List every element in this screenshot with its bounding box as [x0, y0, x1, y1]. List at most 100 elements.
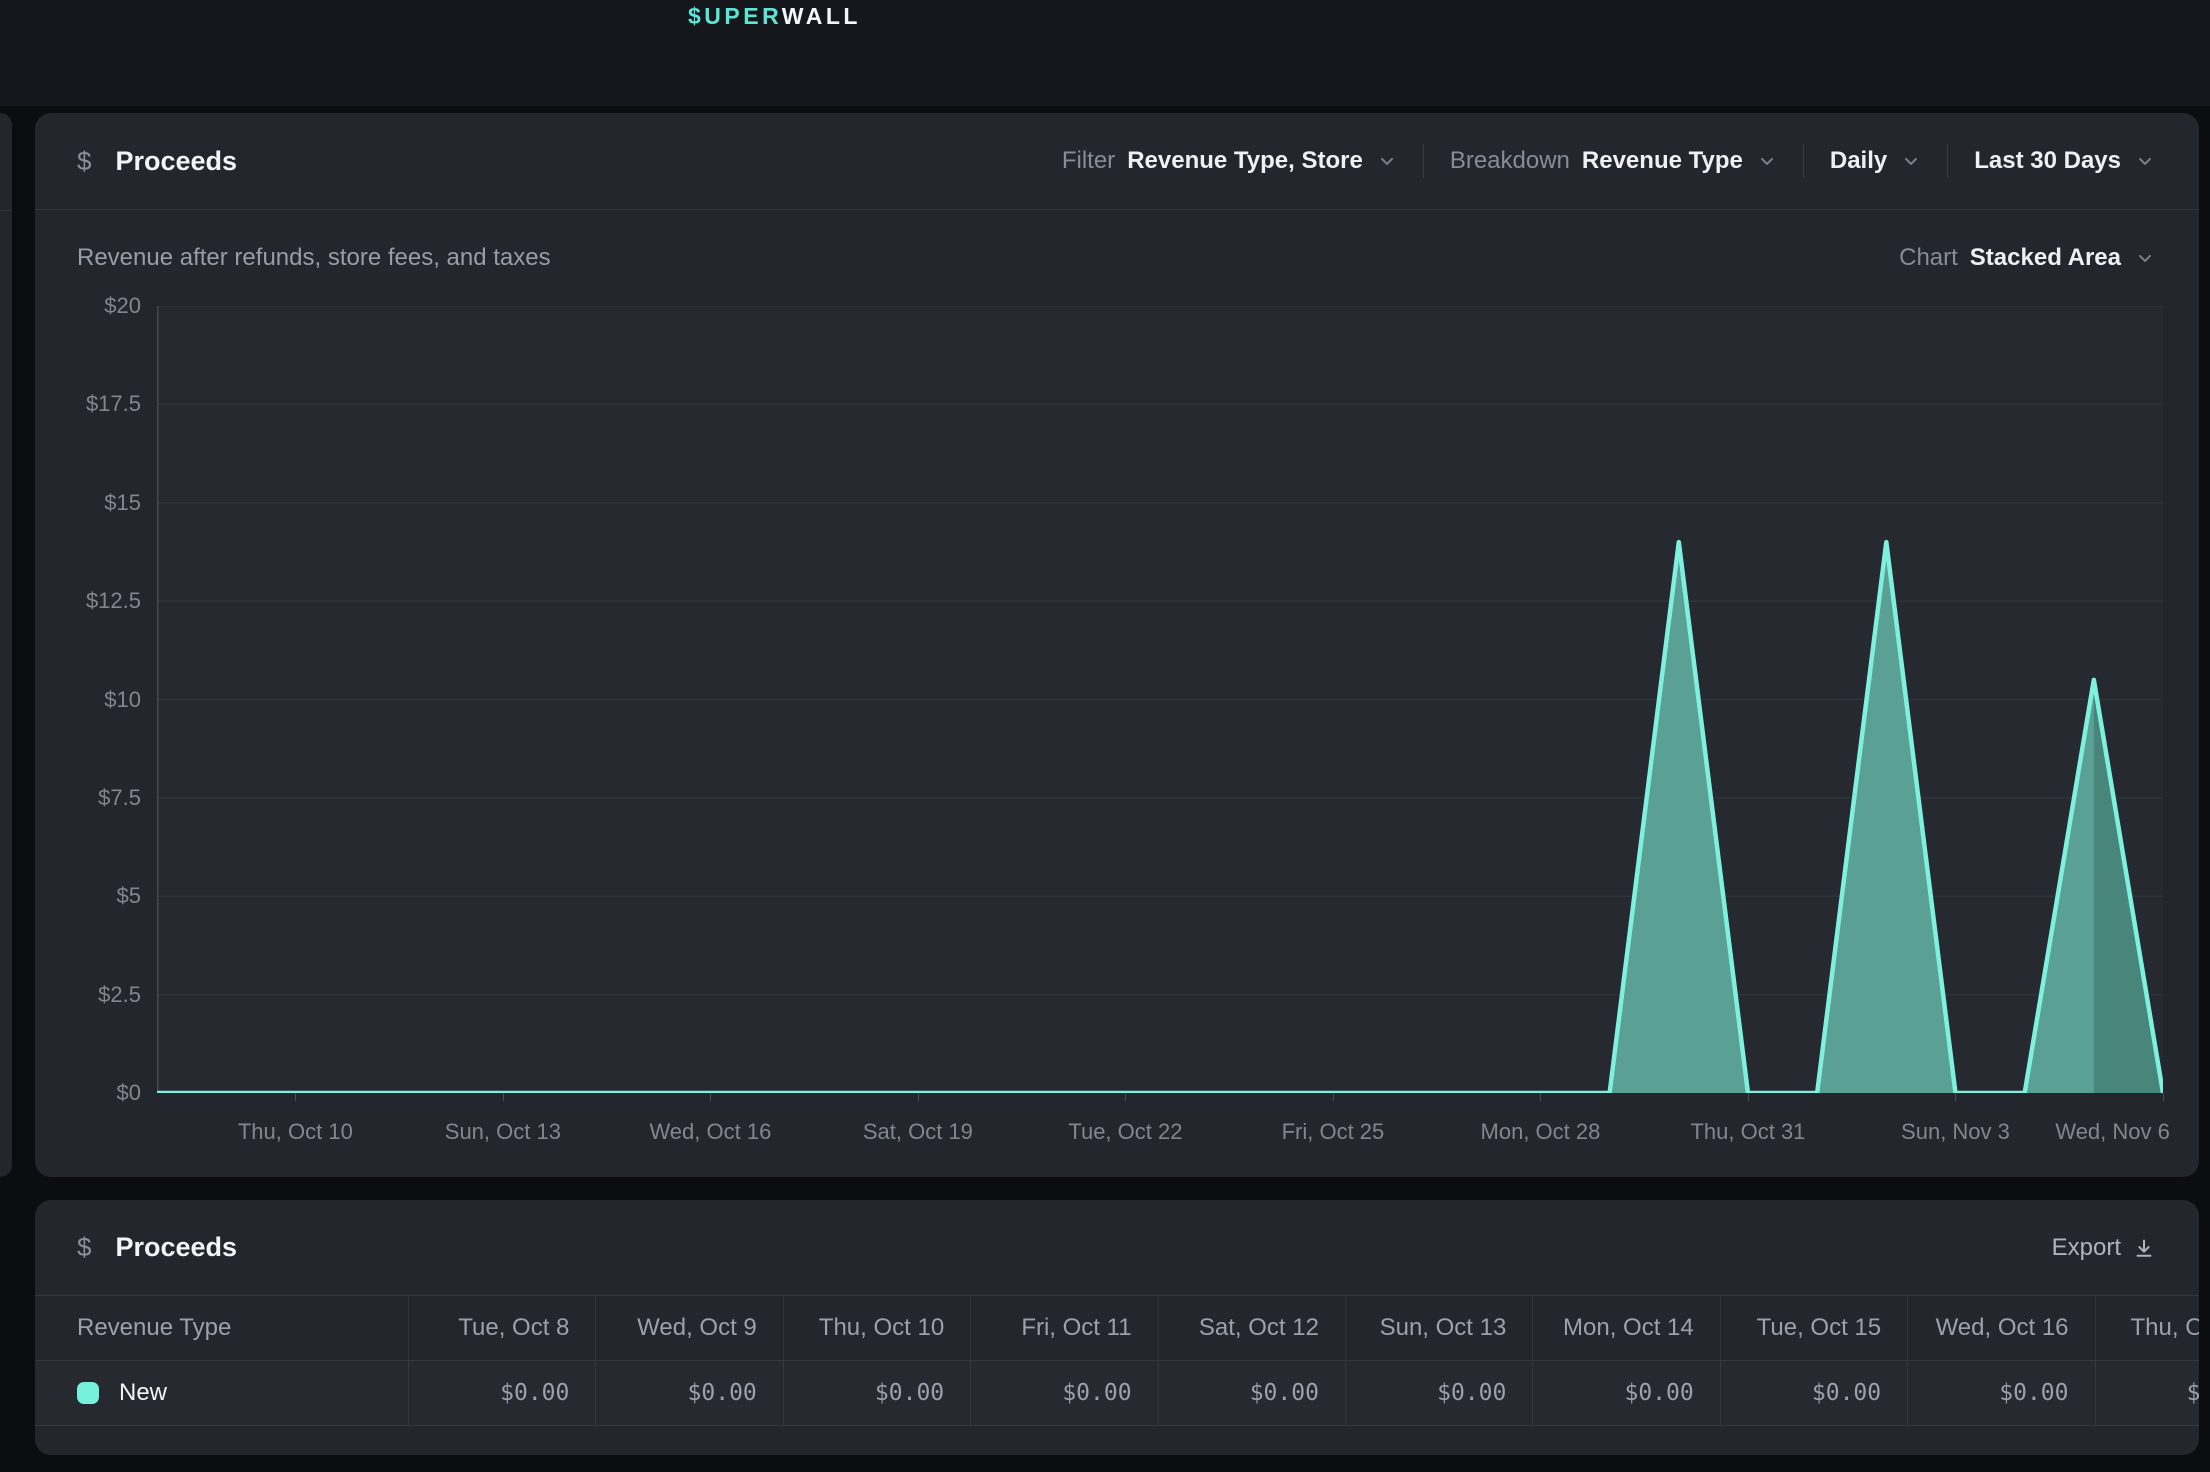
- table-header-row: Revenue TypeTue, Oct 8Wed, Oct 9Thu, Oct…: [35, 1295, 2199, 1361]
- table-cell-value: $0.00: [408, 1361, 595, 1425]
- series-color-swatch: [77, 1382, 99, 1404]
- x-axis-label: Tue, Oct 22: [1068, 1119, 1182, 1145]
- filter-dropdown[interactable]: Filter Revenue Type, Store: [1062, 147, 1397, 175]
- table-cell-revenue-type: New: [35, 1361, 408, 1425]
- x-axis-tick: [1333, 1093, 1334, 1101]
- chart-canvas: [157, 306, 2163, 1093]
- breakdown-label: Breakdown: [1450, 147, 1570, 175]
- y-axis-label: $5: [35, 883, 141, 909]
- x-axis-tick: [2163, 1093, 2164, 1101]
- breakdown-dropdown[interactable]: Breakdown Revenue Type: [1450, 147, 1777, 175]
- x-axis: Thu, Oct 10 Sun, Oct 13 Wed, Oct 16 Sat, Oc…: [157, 1093, 2163, 1165]
- revenue-stacked-area-chart: [157, 306, 2163, 1093]
- x-axis-label: Sun, Nov 3: [1901, 1119, 2010, 1145]
- table-header-cell: Thu, Oct 10: [783, 1296, 970, 1360]
- download-icon: [2133, 1237, 2155, 1259]
- proceeds-chart-card: $ Proceeds Filter Revenue Type, Store Br…: [35, 113, 2199, 1177]
- chevron-down-icon: [1377, 151, 1397, 171]
- table-cell-value: $0.00: [1907, 1361, 2094, 1425]
- table-header-cell: Sat, Oct 12: [1158, 1296, 1345, 1360]
- x-axis-label: Wed, Oct 16: [649, 1119, 771, 1145]
- table-card-header: $ Proceeds Export: [35, 1200, 2199, 1295]
- table-cell-value: $0.00: [2095, 1361, 2199, 1425]
- y-axis-label: $20: [35, 293, 141, 319]
- filter-value: Revenue Type, Store: [1127, 147, 1363, 175]
- table-header-cell: Wed, Oct 9: [595, 1296, 782, 1360]
- table-header-cell: Wed, Oct 16: [1907, 1296, 2094, 1360]
- proceeds-table: Revenue TypeTue, Oct 8Wed, Oct 9Thu, Oct…: [35, 1295, 2199, 1426]
- x-axis-tick: [503, 1093, 504, 1101]
- chevron-down-icon: [2135, 151, 2155, 171]
- x-axis-tick: [1748, 1093, 1749, 1101]
- x-axis-label: Thu, Oct 10: [238, 1119, 353, 1145]
- date-range-value: Last 30 Days: [1974, 147, 2121, 175]
- chart-type-label: Chart: [1899, 244, 1958, 272]
- x-axis-tick: [710, 1093, 711, 1101]
- table-cell-value: $0.00: [1720, 1361, 1907, 1425]
- table-header-cell: Fri, Oct 11: [970, 1296, 1157, 1360]
- table-header-cell: Revenue Type: [35, 1296, 408, 1360]
- table-cell-value: $0.00: [970, 1361, 1157, 1425]
- divider: [1423, 144, 1424, 178]
- table-header-cell: Sun, Oct 13: [1345, 1296, 1532, 1360]
- table-header-cell: Tue, Oct 15: [1720, 1296, 1907, 1360]
- granularity-dropdown[interactable]: Daily: [1830, 147, 1921, 175]
- x-axis-label: Thu, Oct 31: [1690, 1119, 1805, 1145]
- chart-card-header: $ Proceeds Filter Revenue Type, Store Br…: [35, 113, 2199, 210]
- divider: [1803, 144, 1804, 178]
- revenue-type-label: New: [119, 1379, 167, 1407]
- x-axis-tick: [295, 1093, 296, 1101]
- chart-controls: Filter Revenue Type, Store Breakdown Rev…: [1062, 144, 2155, 178]
- table-cell-value: $0.00: [1158, 1361, 1345, 1425]
- chart-type-value: Stacked Area: [1970, 244, 2121, 272]
- table-cell-value: $0.00: [595, 1361, 782, 1425]
- top-bar: $UPERWALL: [0, 0, 2210, 106]
- table-header-cell: Thu, Oct 17: [2095, 1296, 2199, 1360]
- x-axis-label: Wed, Nov 6: [2055, 1119, 2170, 1145]
- y-axis-label: $2.5: [35, 982, 141, 1008]
- y-axis-label: $12.5: [35, 588, 141, 614]
- table-header-cell: Tue, Oct 8: [408, 1296, 595, 1360]
- x-axis-label: Sat, Oct 19: [863, 1119, 973, 1145]
- export-button[interactable]: Export: [2052, 1234, 2155, 1262]
- x-axis-tick: [1125, 1093, 1126, 1101]
- x-axis-label: Mon, Oct 28: [1481, 1119, 1601, 1145]
- adjacent-card-edge: [0, 113, 12, 1177]
- table-title: Proceeds: [115, 1232, 237, 1263]
- export-label: Export: [2052, 1234, 2121, 1262]
- x-axis-label: Fri, Oct 25: [1282, 1119, 1385, 1145]
- table-header-cell: Mon, Oct 14: [1532, 1296, 1719, 1360]
- chevron-down-icon: [1901, 151, 1921, 171]
- chevron-down-icon: [2135, 248, 2155, 268]
- dollar-icon: $: [77, 1232, 91, 1263]
- x-axis-tick: [1955, 1093, 1956, 1101]
- logo-white-part: WALL: [782, 3, 861, 29]
- y-axis-label: $7.5: [35, 785, 141, 811]
- y-axis-label: $17.5: [35, 391, 141, 417]
- page-title: Proceeds: [115, 146, 237, 177]
- y-axis-label: $10: [35, 687, 141, 713]
- table-cell-value: $0.00: [1532, 1361, 1719, 1425]
- x-axis-tick: [1540, 1093, 1541, 1101]
- chart-subheader: Revenue after refunds, store fees, and t…: [35, 210, 2199, 306]
- superwall-logo[interactable]: $UPERWALL: [688, 3, 861, 30]
- logo-teal-part: $UPER: [688, 3, 782, 29]
- table-cell-value: $0.00: [783, 1361, 970, 1425]
- chevron-down-icon: [1757, 151, 1777, 171]
- table-row: New$0.00$0.00$0.00$0.00$0.00$0.00$0.00$0…: [35, 1361, 2199, 1426]
- table-cell-value: $0.00: [1345, 1361, 1532, 1425]
- x-axis-label: Sun, Oct 13: [445, 1119, 561, 1145]
- proceeds-table-card: $ Proceeds Export Revenue TypeTue, Oct 8…: [35, 1200, 2199, 1455]
- y-axis-label: $15: [35, 490, 141, 516]
- table-card-title: $ Proceeds: [77, 1232, 237, 1263]
- chart-card-title: $ Proceeds: [77, 146, 237, 177]
- divider: [1947, 144, 1948, 178]
- date-range-dropdown[interactable]: Last 30 Days: [1974, 147, 2155, 175]
- chart-type-dropdown[interactable]: Chart Stacked Area: [1899, 244, 2155, 272]
- granularity-value: Daily: [1830, 147, 1887, 175]
- breakdown-value: Revenue Type: [1582, 147, 1743, 175]
- dollar-icon: $: [77, 146, 91, 177]
- chart-subtitle: Revenue after refunds, store fees, and t…: [77, 244, 551, 272]
- filter-label: Filter: [1062, 147, 1115, 175]
- x-axis-tick: [918, 1093, 919, 1101]
